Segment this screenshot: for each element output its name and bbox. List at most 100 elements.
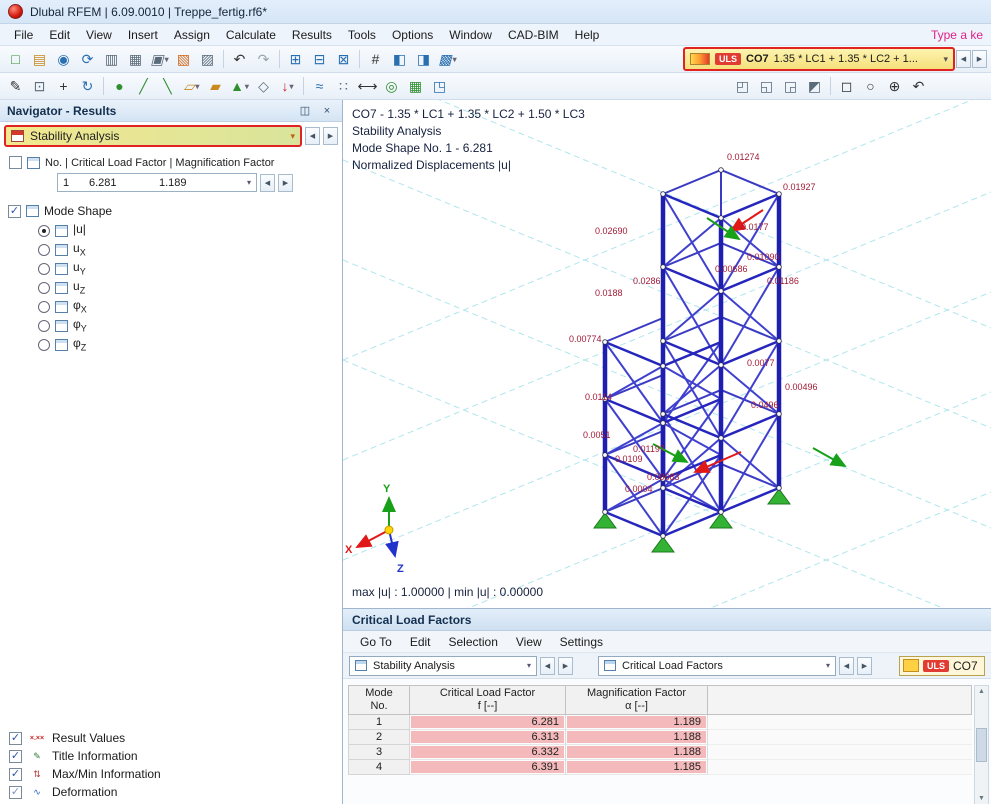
- mode-no-cell[interactable]: 1: [348, 715, 410, 730]
- chevron-down-icon[interactable]: ▾: [943, 54, 948, 65]
- undo-icon[interactable]: ↶: [228, 48, 251, 70]
- show-results-dropdown-icon[interactable]: ▾: [453, 55, 457, 64]
- object-snap-icon[interactable]: ◎: [380, 75, 403, 97]
- structure-canvas[interactable]: 0.01274 0.01927 0.02690 0.0177 0.01090 0…: [343, 100, 991, 608]
- stability-analysis-combo[interactable]: Stability Analysis ▾: [4, 125, 302, 147]
- menu-window[interactable]: Window: [441, 25, 500, 45]
- manuals-icon[interactable]: ▧: [172, 48, 195, 70]
- edit-icon[interactable]: ✎: [4, 75, 27, 97]
- mode-no-cell[interactable]: 2: [348, 730, 410, 745]
- mode-shape-row[interactable]: ✓ Mode Shape: [8, 201, 342, 221]
- rotate-icon[interactable]: ↻: [76, 75, 99, 97]
- radio-ux[interactable]: [38, 243, 50, 256]
- panel-analysis-next-button[interactable]: ▶: [558, 656, 573, 675]
- view-in-z-icon[interactable]: ◲: [779, 75, 802, 97]
- mode-no-cell[interactable]: 4: [348, 760, 410, 775]
- isometric-view-icon[interactable]: ◩: [803, 75, 826, 97]
- panel-analysis-prev-button[interactable]: ◀: [540, 656, 555, 675]
- menu-assign[interactable]: Assign: [166, 25, 218, 45]
- mode-shape-checkbox[interactable]: ✓: [8, 204, 21, 218]
- title-information-checkbox[interactable]: ✓: [9, 749, 22, 763]
- auto-hide-pin-icon[interactable]: ◫: [297, 104, 313, 117]
- scrollbar-thumb[interactable]: [976, 728, 987, 762]
- header-mode-no[interactable]: Mode No.: [348, 685, 410, 715]
- new-model-icon[interactable]: □: [4, 48, 27, 70]
- load-combination-combo[interactable]: ULS CO7 1.35 * LC1 + 1.35 * LC2 + 1... ▾: [683, 47, 955, 71]
- radio-uy[interactable]: [38, 262, 50, 275]
- new-line-icon[interactable]: ╱: [132, 75, 155, 97]
- section-icon[interactable]: ⊠: [332, 48, 355, 70]
- scroll-up-icon[interactable]: ▲: [978, 688, 985, 695]
- 3d-viewport[interactable]: CO7 - 1.35 * LC1 + 1.35 * LC2 + 1.50 * L…: [343, 100, 991, 608]
- factor-checkbox[interactable]: [9, 156, 22, 169]
- menu-results[interactable]: Results: [284, 25, 340, 45]
- menu-view[interactable]: View: [78, 25, 120, 45]
- next-combination-button[interactable]: ▶: [972, 50, 987, 68]
- panel-result-table-combo[interactable]: Critical Load Factors ▾: [598, 655, 836, 676]
- mode-prev-button[interactable]: ◀: [260, 173, 275, 192]
- zoom-window-icon[interactable]: ◻: [835, 75, 858, 97]
- dlubal-online-icon[interactable]: ◉: [52, 48, 75, 70]
- new-hinge-icon[interactable]: ◇: [252, 75, 275, 97]
- search-keyword-input[interactable]: Type a ke: [931, 28, 985, 42]
- save-icon[interactable]: ▦: [124, 48, 147, 70]
- new-load-icon[interactable]: ↓ ▾: [276, 75, 299, 97]
- scroll-down-icon[interactable]: ▼: [978, 795, 985, 802]
- title-information-row[interactable]: ✓ ✎ Title Information: [9, 747, 342, 765]
- move-icon[interactable]: +: [52, 75, 75, 97]
- printout-report-icon[interactable]: ▥: [100, 48, 123, 70]
- print-icon[interactable]: ▣ ▾: [148, 48, 171, 70]
- menu-edit[interactable]: Edit: [41, 25, 78, 45]
- redo-icon[interactable]: ↷: [252, 48, 275, 70]
- show-results-icon[interactable]: ▩ ▾: [436, 48, 459, 70]
- menu-options[interactable]: Options: [384, 25, 441, 45]
- imperfection-icon[interactable]: ≈: [308, 75, 331, 97]
- print-dropdown-icon[interactable]: ▾: [165, 55, 169, 64]
- clipboard-icon[interactable]: ▨: [196, 48, 219, 70]
- deformation-row[interactable]: ✓ ∿ Deformation: [9, 783, 342, 801]
- new-surface-icon[interactable]: ▱ ▾: [180, 75, 203, 97]
- radio-phiy[interactable]: [38, 319, 50, 332]
- numbering-icon[interactable]: #: [364, 48, 387, 70]
- menu-help[interactable]: Help: [567, 25, 608, 45]
- mode-selector-combo[interactable]: 1 6.281 1.189 ▾: [57, 173, 257, 192]
- max-min-information-row[interactable]: ✓ ⇅ Max/Min Information: [9, 765, 342, 783]
- radio-phix[interactable]: [38, 300, 50, 313]
- table-row[interactable]: 2 6.313 1.188: [348, 730, 972, 745]
- pan-icon[interactable]: ⊕: [883, 75, 906, 97]
- copy-icon[interactable]: ⊡: [28, 75, 51, 97]
- panel-analysis-combo[interactable]: Stability Analysis ▾: [349, 655, 537, 676]
- panel-table-prev-button[interactable]: ◀: [839, 656, 854, 675]
- table-row[interactable]: 1 6.281 1.189: [348, 715, 972, 730]
- option-phiz[interactable]: φZ: [8, 335, 342, 354]
- new-member-icon[interactable]: ╲: [156, 75, 179, 97]
- table-manager-icon[interactable]: ⊟: [308, 48, 331, 70]
- panel-menu-edit[interactable]: Edit: [401, 632, 440, 652]
- view-in-y-icon[interactable]: ◱: [755, 75, 778, 97]
- grid-snap-icon[interactable]: ▦: [404, 75, 427, 97]
- analysis-prev-button[interactable]: ◀: [305, 127, 320, 145]
- mode-next-button[interactable]: ▶: [278, 173, 293, 192]
- menu-tools[interactable]: Tools: [340, 25, 384, 45]
- chevron-down-icon[interactable]: ▾: [527, 661, 531, 670]
- support-dropdown-icon[interactable]: ▾: [245, 82, 249, 91]
- option-phiy[interactable]: φY: [8, 316, 342, 335]
- close-icon[interactable]: ×: [319, 105, 335, 117]
- render-mode-icon[interactable]: ◨: [412, 48, 435, 70]
- menu-file[interactable]: File: [6, 25, 41, 45]
- deformation-checkbox[interactable]: ✓: [9, 785, 22, 799]
- surface-dropdown-icon[interactable]: ▾: [195, 82, 199, 91]
- display-properties-icon[interactable]: ◧: [388, 48, 411, 70]
- open-model-icon[interactable]: ▤: [28, 48, 51, 70]
- menu-insert[interactable]: Insert: [120, 25, 166, 45]
- table-row[interactable]: 4 6.391 1.185: [348, 760, 972, 775]
- load-dropdown-icon[interactable]: ▾: [289, 82, 293, 91]
- zoom-icon[interactable]: ○: [859, 75, 882, 97]
- analysis-next-button[interactable]: ▶: [323, 127, 338, 145]
- result-values-checkbox[interactable]: ✓: [9, 731, 22, 745]
- panel-menu-view[interactable]: View: [507, 632, 551, 652]
- option-u-abs[interactable]: |u|: [8, 221, 342, 240]
- mode-no-cell[interactable]: 3: [348, 745, 410, 760]
- tables-icon[interactable]: ⊞: [284, 48, 307, 70]
- header-magnification-factor[interactable]: Magnification Factor α [--]: [566, 685, 708, 715]
